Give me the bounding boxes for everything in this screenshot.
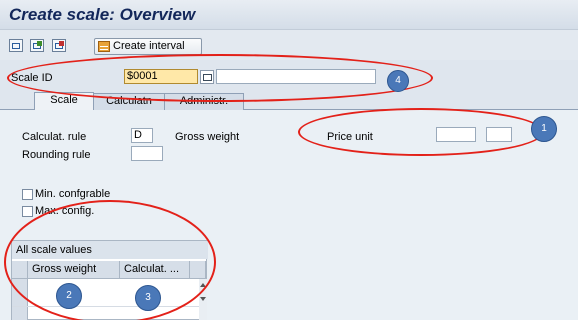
copy-row-icon[interactable] <box>30 39 44 52</box>
scroll-down-icon[interactable] <box>200 297 206 301</box>
marker-4: 4 <box>387 70 409 92</box>
rounding-rule-label: Rounding rule <box>22 149 91 161</box>
table-title: All scale values <box>12 241 208 259</box>
delete-row-icon[interactable] <box>52 39 66 52</box>
scale-values-table: All scale values Gross weight Calculat. … <box>11 240 208 320</box>
calc-rule-field[interactable]: D <box>131 128 153 143</box>
column-settings-icon[interactable] <box>190 261 206 279</box>
tab-scale[interactable]: Scale <box>34 92 94 110</box>
column-calculat[interactable]: Calculat. ... <box>120 261 190 279</box>
table-scrollbar[interactable] <box>199 279 207 320</box>
calc-rule-description: Gross weight <box>175 131 240 143</box>
rounding-rule-field[interactable] <box>131 146 163 161</box>
page-title: Create scale: Overview <box>9 5 196 24</box>
title-bar: Create scale: Overview <box>0 0 578 30</box>
scale-id-field[interactable]: $0001 <box>124 69 198 84</box>
calc-rule-label: Calculat. rule <box>22 131 87 143</box>
tabstrip: Scale Calculatn Administr. <box>0 90 578 110</box>
max-config-checkbox[interactable] <box>22 206 33 217</box>
scale-description-field[interactable] <box>216 69 376 84</box>
price-unit-uom-field[interactable] <box>486 127 512 142</box>
tab-administr[interactable]: Administr. <box>164 93 244 110</box>
scroll-up-icon[interactable] <box>200 283 206 287</box>
max-config-label: Max. config. <box>35 205 95 217</box>
application-toolbar <box>0 30 578 60</box>
price-unit-field[interactable] <box>436 127 476 142</box>
marker-2: 2 <box>56 283 82 309</box>
scale-id-label: Scale ID <box>11 72 53 84</box>
min-config-label: Min. confgrable <box>35 188 111 200</box>
min-config-checkbox[interactable] <box>22 189 33 200</box>
marker-3: 3 <box>135 285 161 311</box>
create-interval-label: Create interval <box>113 40 185 52</box>
select-all-cell[interactable] <box>12 261 28 279</box>
price-unit-label: Price unit <box>327 131 373 143</box>
create-interval-button[interactable]: Create interval <box>94 38 202 55</box>
table-row[interactable] <box>12 307 206 320</box>
table-grid-icon <box>98 41 110 52</box>
matchcode-icon[interactable] <box>200 70 214 84</box>
tab-calculatn[interactable]: Calculatn <box>93 93 165 110</box>
marker-1: 1 <box>531 116 557 142</box>
table-row[interactable] <box>12 293 206 307</box>
column-gross-weight[interactable]: Gross weight <box>28 261 120 279</box>
insert-row-icon[interactable] <box>9 39 23 52</box>
